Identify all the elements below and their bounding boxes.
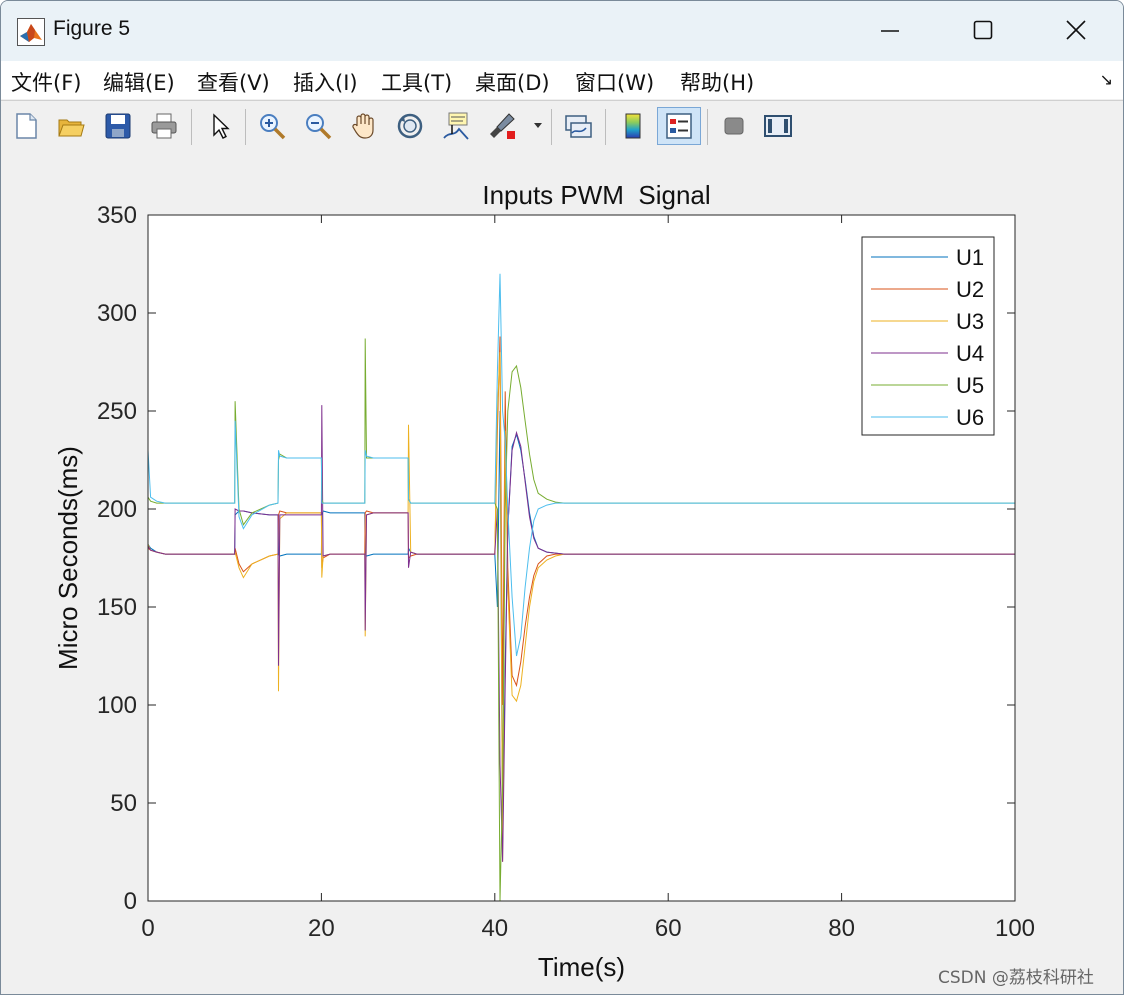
print-button[interactable]	[146, 108, 182, 144]
pan-button[interactable]	[346, 108, 382, 144]
watermark: CSDN @荔枝科研社	[938, 968, 1094, 988]
minimize-icon	[881, 30, 899, 32]
menu-insert[interactable]: 插入(I)	[293, 67, 358, 97]
legend-label-u5: U5	[956, 373, 984, 398]
show-plot-tools-button[interactable]	[760, 108, 796, 144]
menu-desktop[interactable]: 桌面(D)	[475, 67, 550, 97]
dock-arrow-icon[interactable]: ↘	[1100, 70, 1113, 89]
x-tick-label: 0	[141, 915, 154, 942]
menu-edit[interactable]: 编辑(E)	[103, 67, 175, 97]
title-bar: Figure 5	[1, 1, 1123, 61]
x-tick-label: 100	[995, 915, 1035, 942]
link-plot-button[interactable]	[560, 108, 596, 144]
x-tick-label: 60	[655, 915, 682, 942]
zoom-out-button[interactable]	[300, 108, 336, 144]
open-file-button[interactable]	[53, 108, 89, 144]
y-tick-label: 350	[97, 202, 137, 229]
x-tick-label: 80	[828, 915, 855, 942]
legend-button[interactable]	[657, 107, 701, 145]
menu-bar: 文件(F) 编辑(E) 查看(V) 插入(I) 工具(T) 桌面(D) 窗口(W…	[1, 61, 1123, 99]
close-icon	[1066, 20, 1086, 40]
maximize-button[interactable]	[960, 7, 1006, 53]
y-tick-label: 0	[124, 888, 137, 915]
pan-hand-icon	[352, 113, 374, 139]
colorbar-button[interactable]	[615, 108, 651, 144]
x-tick-label: 20	[308, 915, 335, 942]
maximize-icon	[973, 20, 993, 40]
menu-window[interactable]: 窗口(W)	[575, 67, 654, 97]
line-chart: 0 20 40 60 80 100 0 50 100 150 200 250 300 350 Inputs …	[53, 180, 1035, 982]
save-icon	[105, 113, 131, 139]
menu-help[interactable]: 帮助(H)	[680, 67, 754, 97]
legend-label-u1: U1	[956, 245, 984, 270]
y-tick-label: 50	[110, 790, 137, 817]
brush-dropdown-icon	[534, 123, 542, 128]
colorbar-icon	[625, 113, 641, 139]
pointer-icon	[213, 113, 230, 139]
brush-button[interactable]	[484, 108, 520, 144]
y-tick-label: 100	[97, 692, 137, 719]
save-button[interactable]	[100, 108, 136, 144]
legend-label-u4: U4	[956, 341, 984, 366]
hide-plot-tools-icon	[724, 117, 744, 135]
menu-file[interactable]: 文件(F)	[11, 67, 81, 97]
zoom-out-icon	[306, 114, 332, 140]
y-tick-label: 150	[97, 594, 137, 621]
link-plot-icon	[565, 115, 592, 138]
hide-plot-tools-button[interactable]	[716, 108, 752, 144]
show-plot-tools-icon	[764, 115, 792, 137]
y-axis-label: Micro Seconds(ms)	[53, 446, 83, 670]
pointer-button[interactable]	[201, 108, 237, 144]
new-figure-button[interactable]	[8, 108, 44, 144]
menu-tools[interactable]: 工具(T)	[381, 67, 452, 97]
open-file-icon	[58, 119, 85, 137]
y-tick-label: 300	[97, 300, 137, 327]
matlab-logo-icon	[17, 18, 45, 46]
menu-view[interactable]: 查看(V)	[197, 67, 270, 97]
y-tick-label: 250	[97, 398, 137, 425]
zoom-in-button[interactable]	[254, 108, 290, 144]
window-title: Figure 5	[53, 17, 131, 40]
y-tick-label: 200	[97, 496, 137, 523]
brush-dropdown-button[interactable]	[529, 108, 547, 144]
rotate-3d-icon	[397, 113, 423, 139]
legend-label-u2: U2	[956, 277, 984, 302]
x-tick-label: 40	[481, 915, 508, 942]
x-axis-label: Time(s)	[538, 952, 625, 982]
data-cursor-icon	[443, 112, 469, 140]
legend-label-u6: U6	[956, 405, 984, 430]
zoom-in-icon	[260, 114, 286, 140]
legend-label-u3: U3	[956, 309, 984, 334]
print-icon	[151, 113, 177, 139]
new-figure-icon	[16, 113, 37, 139]
data-cursor-button[interactable]	[438, 108, 474, 144]
minimize-button[interactable]	[867, 7, 913, 53]
brush-icon	[490, 113, 515, 139]
rotate-3d-button[interactable]	[392, 108, 428, 144]
legend-icon	[666, 113, 692, 139]
figure-toolbar	[1, 100, 1123, 154]
close-button[interactable]	[1053, 7, 1099, 53]
chart-title: Inputs PWM Signal	[482, 180, 710, 210]
